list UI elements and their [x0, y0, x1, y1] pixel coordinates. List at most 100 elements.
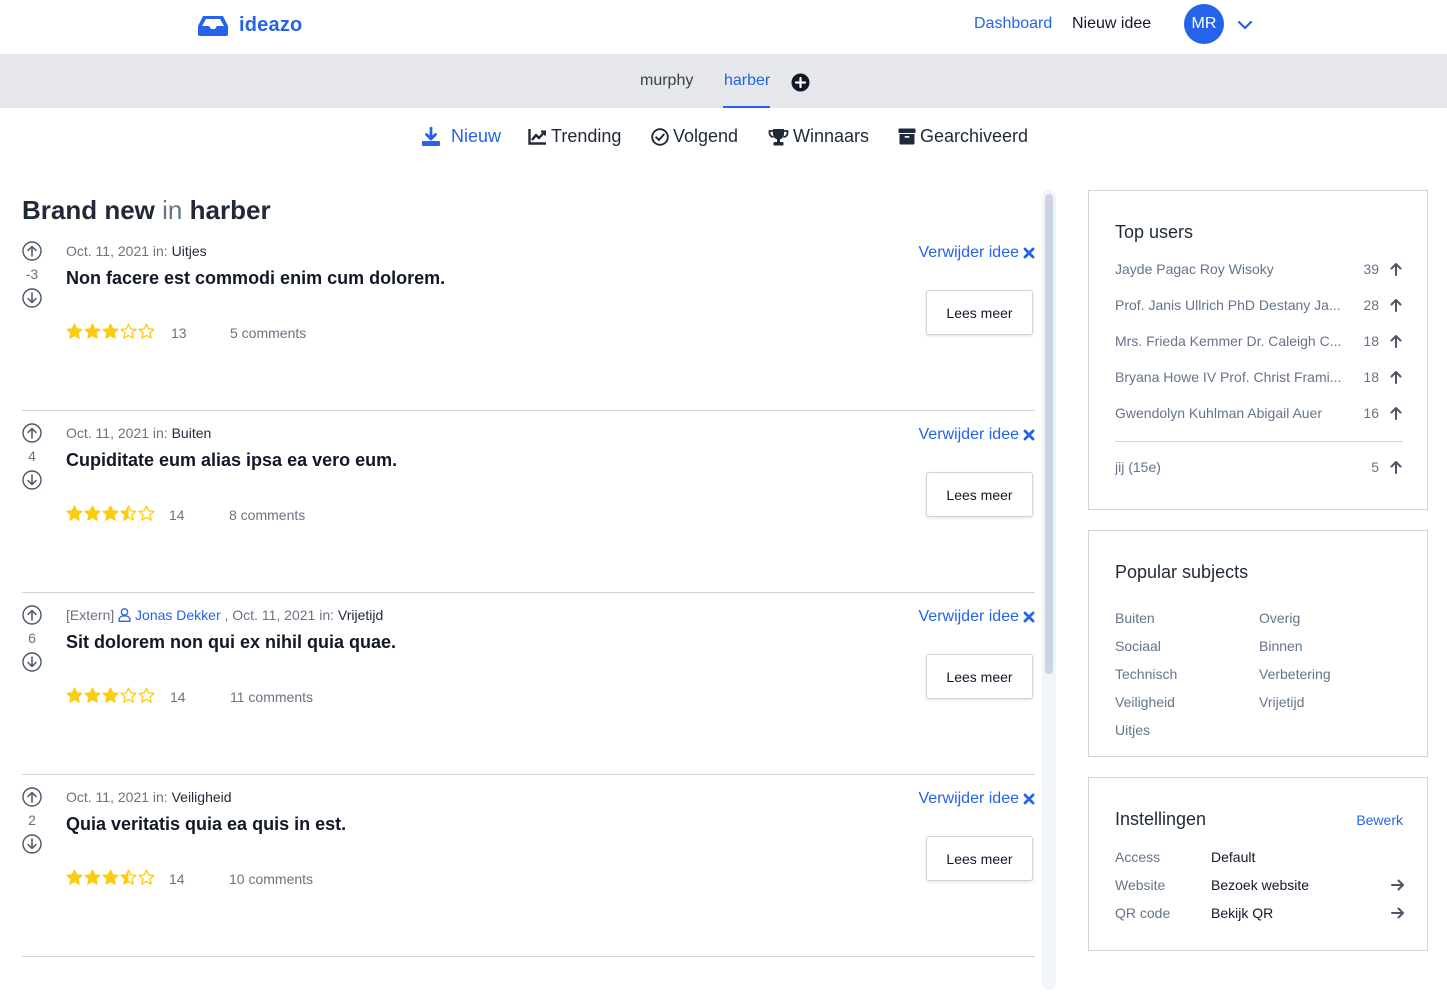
- popular-subjects-card: Popular subjects Buiten Sociaal Technisc…: [1088, 530, 1428, 757]
- read-more-button[interactable]: Lees meer: [926, 472, 1033, 517]
- upvote-icon[interactable]: [22, 423, 42, 443]
- star-filled-icon[interactable]: [66, 323, 83, 340]
- filter-tab-archived[interactable]: Gearchiveerd: [898, 126, 1028, 147]
- top-user-row[interactable]: Mrs. Frieda Kemmer Dr. Caleigh C... 18: [1115, 333, 1403, 349]
- remove-idea-button[interactable]: Verwijder idee: [919, 790, 1036, 808]
- filter-tab-trending[interactable]: Trending: [528, 126, 621, 147]
- remove-idea-label: Verwijder idee: [918, 790, 1020, 807]
- rating-count: 14: [169, 871, 185, 887]
- comments-link[interactable]: 5 comments: [230, 325, 306, 341]
- subject-link[interactable]: Overig: [1259, 610, 1300, 626]
- logo[interactable]: ideazo: [197, 14, 302, 37]
- star-empty-icon[interactable]: [138, 869, 155, 886]
- dashboard-link[interactable]: Dashboard: [974, 15, 1052, 33]
- star-filled-icon[interactable]: [66, 687, 83, 704]
- user-name: Mrs. Frieda Kemmer Dr. Caleigh C...: [1115, 333, 1342, 349]
- downvote-icon[interactable]: [22, 652, 42, 672]
- star-filled-icon[interactable]: [102, 323, 119, 340]
- chevron-down-icon[interactable]: [1236, 16, 1254, 34]
- current-user-row[interactable]: jij (15e) 5: [1115, 459, 1403, 475]
- subject-link[interactable]: Uitjes: [1115, 722, 1150, 738]
- new-idea-link[interactable]: Nieuw idee: [1072, 15, 1151, 33]
- star-filled-icon[interactable]: [102, 687, 119, 704]
- upvote-icon[interactable]: [22, 241, 42, 261]
- top-user-row[interactable]: Bryana Howe IV Prof. Christ Frami... 18: [1115, 369, 1403, 385]
- read-more-button[interactable]: Lees meer: [926, 836, 1033, 881]
- title-connector: in: [162, 195, 183, 225]
- comments-link[interactable]: 10 comments: [229, 871, 313, 887]
- filter-tab-following[interactable]: Volgend: [651, 126, 738, 147]
- star-half-icon[interactable]: [120, 869, 137, 886]
- settings-row-qr[interactable]: QR code Bekijk QR: [1115, 905, 1405, 921]
- vote-count: -3: [25, 266, 39, 282]
- add-community-icon[interactable]: [791, 73, 810, 92]
- star-filled-icon[interactable]: [66, 505, 83, 522]
- community-tab-harber[interactable]: harber: [724, 72, 770, 90]
- view-qr-link[interactable]: Bekijk QR: [1211, 905, 1273, 921]
- read-more-button[interactable]: Lees meer: [926, 290, 1033, 335]
- star-filled-icon[interactable]: [84, 323, 101, 340]
- user-score: 5: [1371, 459, 1379, 475]
- star-rating[interactable]: [66, 687, 155, 704]
- settings-card: Instellingen Bewerk Access Default Websi…: [1088, 777, 1428, 951]
- scrollbar-thumb[interactable]: [1045, 194, 1053, 674]
- star-empty-icon[interactable]: [120, 323, 137, 340]
- settings-row-website[interactable]: Website Bezoek website: [1115, 877, 1405, 893]
- star-filled-icon[interactable]: [84, 869, 101, 886]
- idea-meta: Oct. 11, 2021 in: Veiligheid: [66, 789, 232, 805]
- top-user-row[interactable]: Gwendolyn Kuhlman Abigail Auer 16: [1115, 405, 1403, 421]
- idea-category[interactable]: Veiligheid: [172, 789, 232, 805]
- visit-website-link[interactable]: Bezoek website: [1211, 877, 1309, 893]
- subject-link[interactable]: Buiten: [1115, 610, 1155, 626]
- star-filled-icon[interactable]: [84, 687, 101, 704]
- upvote-icon[interactable]: [22, 787, 42, 807]
- read-more-button[interactable]: Lees meer: [926, 654, 1033, 699]
- star-filled-icon[interactable]: [102, 869, 119, 886]
- subject-link[interactable]: Vrijetijd: [1259, 694, 1304, 710]
- filter-tab-new[interactable]: Nieuw: [421, 126, 501, 147]
- idea-category[interactable]: Vrijetijd: [338, 607, 383, 623]
- filter-tab-winners[interactable]: Winnaars: [768, 126, 869, 147]
- idea-category[interactable]: Uitjes: [172, 243, 207, 259]
- subject-link[interactable]: Veiligheid: [1115, 694, 1175, 710]
- edit-settings-link[interactable]: Bewerk: [1356, 812, 1403, 828]
- star-rating[interactable]: [66, 505, 155, 522]
- star-filled-icon[interactable]: [66, 869, 83, 886]
- remove-idea-button[interactable]: Verwijder idee: [919, 426, 1036, 444]
- idea-title[interactable]: Non facere est commodi enim cum dolorem.: [66, 268, 445, 289]
- community-tab-murphy[interactable]: murphy: [640, 72, 693, 90]
- star-empty-icon[interactable]: [138, 687, 155, 704]
- star-empty-icon[interactable]: [138, 505, 155, 522]
- top-user-row[interactable]: Prof. Janis Ullrich PhD Destany Ja... 28: [1115, 297, 1403, 313]
- downvote-icon[interactable]: [22, 470, 42, 490]
- star-rating[interactable]: [66, 323, 155, 340]
- subject-link[interactable]: Binnen: [1259, 638, 1303, 654]
- author-link[interactable]: Jonas Dekker: [135, 607, 221, 623]
- idea-title[interactable]: Sit dolorem non qui ex nihil quia quae.: [66, 632, 396, 653]
- star-filled-icon[interactable]: [84, 505, 101, 522]
- user-icon: [118, 608, 131, 622]
- downvote-icon[interactable]: [22, 288, 42, 308]
- star-empty-icon[interactable]: [120, 687, 137, 704]
- star-filled-icon[interactable]: [102, 505, 119, 522]
- star-rating[interactable]: [66, 869, 155, 886]
- top-user-row[interactable]: Jayde Pagac Roy Wisoky 39: [1115, 261, 1403, 277]
- subject-link[interactable]: Verbetering: [1259, 666, 1331, 682]
- remove-idea-button[interactable]: Verwijder idee: [919, 608, 1036, 626]
- arrow-right-icon[interactable]: [1391, 906, 1405, 920]
- star-half-icon[interactable]: [120, 505, 137, 522]
- subject-link[interactable]: Technisch: [1115, 666, 1177, 682]
- remove-idea-button[interactable]: Verwijder idee: [919, 244, 1036, 262]
- avatar[interactable]: MR: [1184, 4, 1224, 44]
- downvote-icon[interactable]: [22, 834, 42, 854]
- star-empty-icon[interactable]: [138, 323, 155, 340]
- comments-link[interactable]: 8 comments: [229, 507, 305, 523]
- logo-text: ideazo: [239, 14, 303, 36]
- subject-link[interactable]: Sociaal: [1115, 638, 1161, 654]
- arrow-right-icon[interactable]: [1391, 878, 1405, 892]
- idea-category[interactable]: Buiten: [172, 425, 212, 441]
- idea-title[interactable]: Quia veritatis quia ea quis in est.: [66, 814, 346, 835]
- upvote-icon[interactable]: [22, 605, 42, 625]
- idea-title[interactable]: Cupiditate eum alias ipsa ea vero eum.: [66, 450, 397, 471]
- comments-link[interactable]: 11 comments: [230, 689, 313, 705]
